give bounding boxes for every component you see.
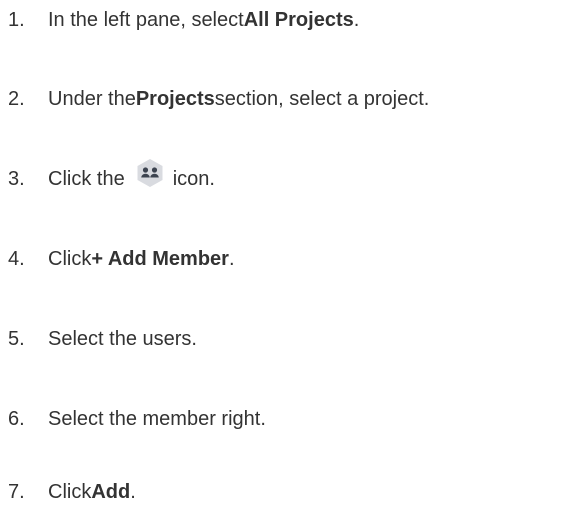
step-text: Select the member right. <box>48 407 266 430</box>
instruction-steps: 1. In the left pane, select All Projects… <box>0 0 579 516</box>
step-number: 1. <box>8 8 25 31</box>
step-text: Click the icon. <box>48 159 215 194</box>
step-number: 7. <box>8 480 25 503</box>
step-text-bold: Add <box>91 480 131 503</box>
step-2: 2. Under the Projects section, select a … <box>0 82 429 116</box>
step-text-after: icon. <box>172 167 215 190</box>
step-number: 4. <box>8 247 25 270</box>
step-number: 2. <box>8 87 25 110</box>
step-text-before: Click <box>48 480 92 503</box>
step-text-before: Under the <box>48 87 136 110</box>
step-text-bold: All Projects <box>243 8 354 31</box>
step-text-bold: Projects <box>135 87 215 110</box>
step-3: 3. Click the icon. <box>0 159 215 196</box>
step-text: Select the users. <box>48 327 197 350</box>
step-number: 6. <box>8 407 25 430</box>
step-text-after: . <box>228 247 235 270</box>
step-text-before: Click <box>48 247 92 270</box>
step-text-before: Click the <box>48 167 125 190</box>
step-number: 5. <box>8 327 25 350</box>
step-text: Click Add. <box>48 481 136 504</box>
step-number: 3. <box>8 167 25 190</box>
step-text: Under the Projects section, select a pro… <box>48 88 429 111</box>
step-text: Click + Add Member. <box>48 248 235 271</box>
step-6: 6. Select the member right. <box>0 402 266 436</box>
step-text-after: section, select a project. <box>214 87 430 110</box>
step-4: 4. Click + Add Member. <box>0 242 235 276</box>
step-text: In the left pane, select All Projects. <box>48 9 359 32</box>
step-7: 7. Click Add. <box>0 475 136 509</box>
members-icon <box>135 158 165 188</box>
step-text-after: . <box>130 480 136 503</box>
step-5: 5. Select the users. <box>0 322 197 356</box>
step-text-after: . <box>353 8 360 31</box>
step-text-before: In the left pane, select <box>48 8 244 31</box>
step-1: 1. In the left pane, select All Projects… <box>0 3 359 37</box>
step-text-bold: + Add Member <box>91 247 229 270</box>
